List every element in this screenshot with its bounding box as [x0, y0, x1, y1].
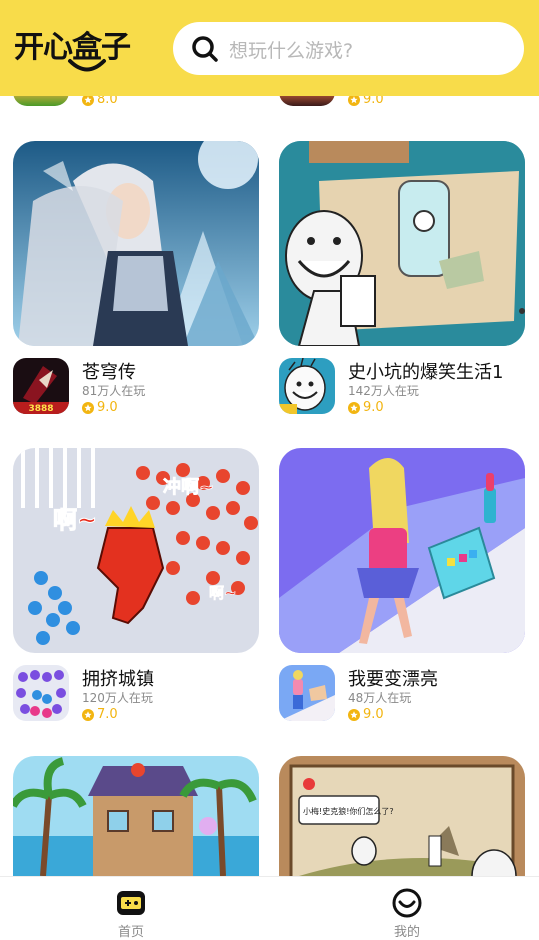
player-count: 120万人在玩 [82, 691, 153, 705]
game-card[interactable]: 啊~ 冲啊~ 啊~ 拥挤城镇 120万人在玩 7.0 [13, 448, 259, 723]
icon-badge-text: 3888 [28, 404, 53, 414]
nav-label: 我的 [393, 925, 420, 940]
rating-value: 9.0 [363, 707, 384, 722]
thumb-caption: 啊~ [53, 506, 97, 534]
game-name: 拥挤城镇 [82, 669, 154, 690]
rating-value: 9.0 [363, 400, 384, 415]
game-thumbnail[interactable]: 小梅!史克狼!你们怎么了? [279, 756, 525, 876]
app-icon[interactable] [279, 358, 335, 414]
bottom-nav-bar: 首页 我的 [0, 876, 539, 940]
app-logo[interactable]: 开心盒子 [14, 22, 149, 78]
top-header: 开心盒子 想玩什么游戏? [0, 0, 539, 96]
game-card[interactable]: 3888 苍穹传 81万人在玩 9.0 [13, 141, 259, 416]
game-name: 我要变漂亮 [348, 669, 438, 690]
game-thumbnail[interactable] [13, 756, 259, 876]
star-icon [82, 708, 94, 721]
search-bar[interactable]: 想玩什么游戏? [173, 22, 524, 75]
rating-value: 9.0 [97, 400, 118, 415]
player-count: 81万人在玩 [82, 384, 146, 398]
game-card[interactable] [13, 756, 259, 876]
smile-face-icon [392, 888, 422, 918]
thumb-caption: 冲啊~ [163, 476, 214, 498]
app-icon[interactable] [279, 665, 335, 721]
game-thumbnail[interactable]: 啊~ 冲啊~ 啊~ [13, 448, 259, 653]
app-icon[interactable]: 3888 [13, 358, 69, 414]
star-icon [82, 401, 94, 414]
rating-value: 7.0 [97, 707, 118, 722]
game-card[interactable]: 小梅!史克狼!你们怎么了? [279, 756, 525, 876]
rating: 7.0 [82, 707, 118, 722]
rating: 9.0 [348, 400, 384, 415]
nav-tab-home[interactable]: 首页 [71, 877, 191, 940]
game-card[interactable]: 史小坑的爆笑生活1 142万人在玩 9.0 [279, 141, 525, 416]
game-thumbnail[interactable] [279, 141, 525, 346]
star-icon [348, 708, 360, 721]
app-icon[interactable] [13, 665, 69, 721]
thumb-caption: 小梅!史克狼!你们怎么了? [303, 806, 394, 816]
game-card[interactable]: 我要变漂亮 48万人在玩 9.0 [279, 448, 525, 723]
nav-label: 首页 [117, 925, 144, 940]
logo-smile-icon [68, 59, 106, 72]
rating: 9.0 [82, 400, 118, 415]
game-name: 史小坑的爆笑生活1 [348, 362, 504, 383]
search-icon [192, 36, 218, 62]
nav-tab-mine[interactable]: 我的 [347, 877, 467, 940]
thumb-caption: 啊~ [209, 584, 237, 602]
star-icon [348, 401, 360, 414]
rating: 9.0 [348, 707, 384, 722]
player-count: 48万人在玩 [348, 691, 412, 705]
game-thumbnail[interactable] [13, 141, 259, 346]
search-placeholder: 想玩什么游戏? [229, 40, 354, 62]
gamepad-icon [117, 891, 145, 915]
game-name: 苍穹传 [82, 362, 136, 383]
player-count: 142万人在玩 [348, 384, 419, 398]
game-thumbnail[interactable] [279, 448, 525, 653]
